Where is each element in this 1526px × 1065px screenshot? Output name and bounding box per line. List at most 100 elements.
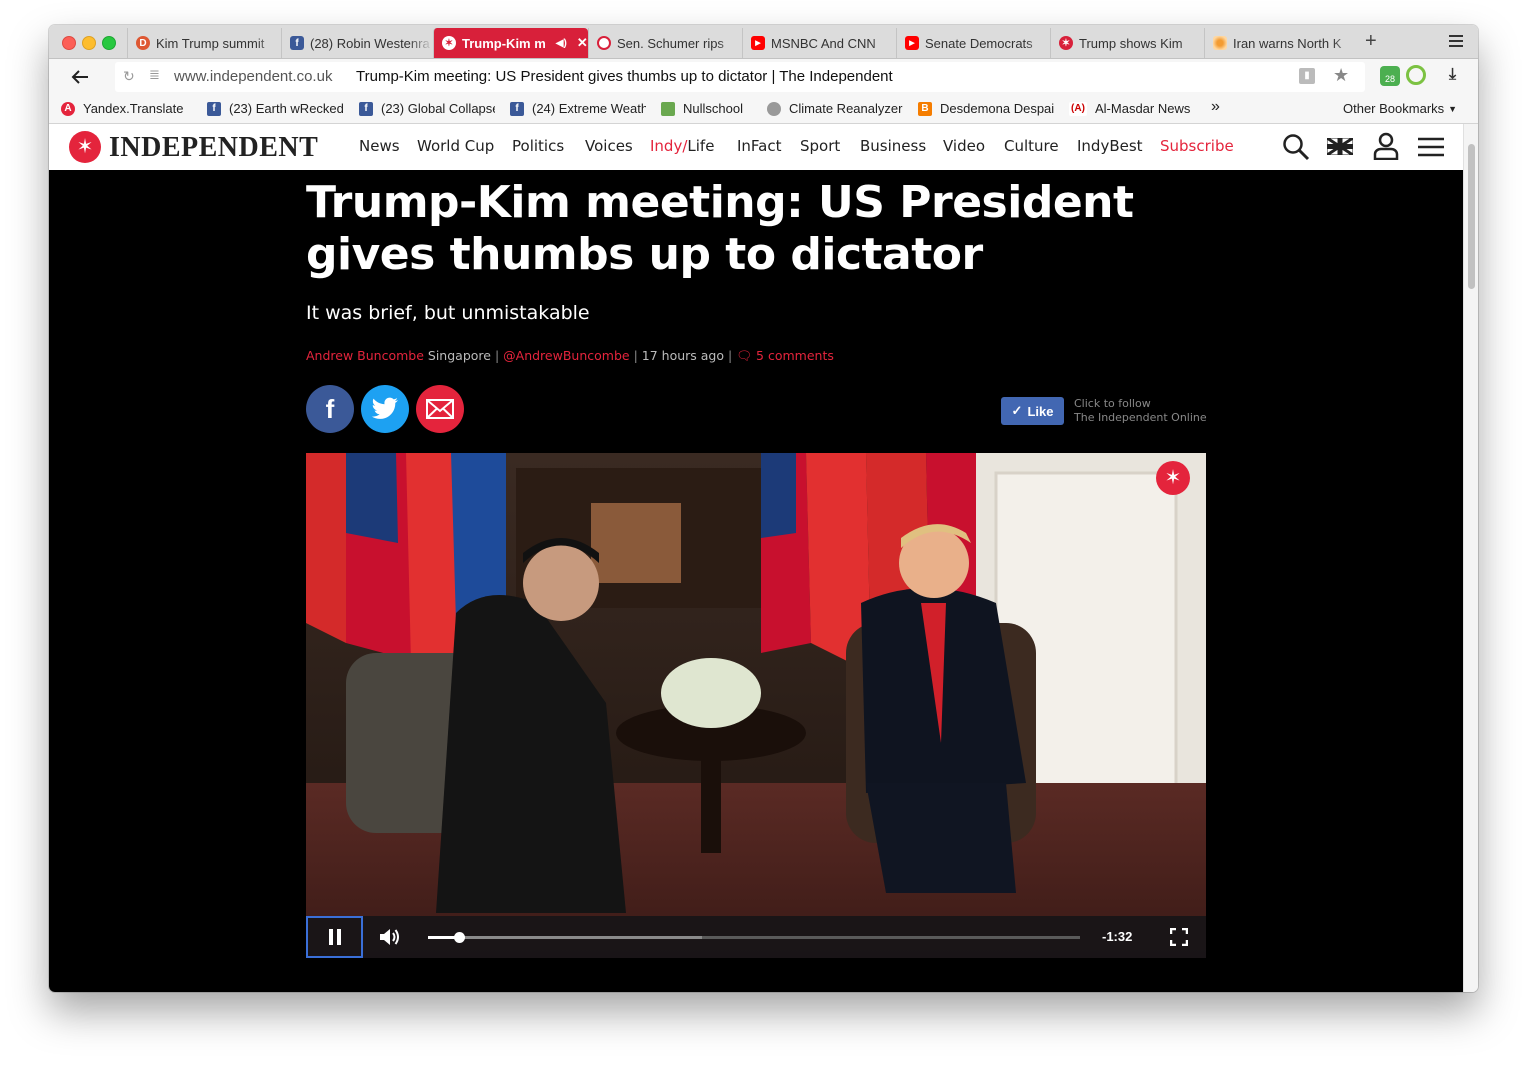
bookmark-yandex[interactable]: A Yandex.Translate	[61, 101, 196, 116]
search-icon[interactable]	[1282, 133, 1310, 161]
nav-infact[interactable]: InFact	[737, 137, 782, 155]
extension-icon[interactable]: 28	[1380, 66, 1400, 86]
tab-msnbc-cnn[interactable]: ▶ MSNBC And CNN	[742, 28, 896, 58]
user-account-icon[interactable]	[1373, 132, 1399, 160]
other-bookmarks[interactable]: Other Bookmarks ▼	[1343, 101, 1457, 116]
independent-watermark-icon: ✶	[1156, 461, 1190, 495]
tab-menu-icon[interactable]	[1449, 35, 1463, 50]
article-standfirst: It was brief, but unmistakable	[306, 302, 590, 324]
nav-indybest[interactable]: IndyBest	[1077, 137, 1143, 155]
bookmark-star-icon[interactable]: ★	[1333, 65, 1349, 86]
refresh-extension-icon[interactable]	[1406, 65, 1426, 85]
progress-track[interactable]	[428, 932, 1080, 943]
url-page-title[interactable]: Trump-Kim meeting: US President gives th…	[356, 68, 893, 85]
tab-iran-warns[interactable]: Iran warns North K	[1204, 28, 1357, 58]
tab-robin-westenra[interactable]: f (28) Robin Westenra	[281, 28, 433, 58]
independent-eagle-logo-icon[interactable]: ✶	[69, 131, 101, 163]
pause-button[interactable]	[306, 916, 363, 958]
nav-politics[interactable]: Politics	[512, 137, 564, 155]
yandex-icon: A	[61, 101, 75, 116]
nav-subscribe[interactable]: Subscribe	[1160, 137, 1234, 155]
bookmark-desdemona[interactable]: B Desdemona Despair	[918, 101, 1055, 116]
close-window-button[interactable]	[62, 36, 76, 50]
youtube-icon: ▶	[905, 36, 919, 50]
time-remaining: -1:32	[1102, 929, 1133, 944]
nav-life-label: Life	[687, 137, 715, 155]
uk-flag-icon[interactable]	[1327, 138, 1353, 155]
scrollbar-thumb[interactable]	[1468, 144, 1475, 289]
tab-label: (28) Robin Westenra	[310, 35, 430, 51]
independent-icon: ✶	[1059, 36, 1073, 50]
envelope-icon	[426, 399, 454, 419]
tab-kim-trump-summit[interactable]: D Kim Trump summit	[127, 28, 281, 58]
volume-icon[interactable]	[379, 927, 401, 947]
facebook-icon: f	[510, 101, 524, 116]
nav-indy-prefix: Indy/	[650, 137, 688, 155]
nav-news[interactable]: News	[359, 137, 400, 155]
video-player[interactable]: ✶ -1:32	[306, 453, 1206, 958]
minimize-window-button[interactable]	[82, 36, 96, 50]
fullscreen-icon[interactable]	[1170, 928, 1188, 946]
tab-senate-democrats[interactable]: ▶ Senate Democrats	[896, 28, 1050, 58]
lock-icon[interactable]: ▮	[1299, 68, 1315, 84]
comments-count: 5 comments	[756, 348, 834, 363]
nav-voices[interactable]: Voices	[585, 137, 633, 155]
nav-sport[interactable]: Sport	[800, 137, 840, 155]
close-tab-icon[interactable]: ✕	[577, 35, 588, 51]
tab-schumer[interactable]: Sen. Schumer rips	[588, 28, 742, 58]
email-share-button[interactable]	[416, 385, 464, 433]
nav-world-cup[interactable]: World Cup	[417, 137, 494, 155]
site-logo[interactable]: INDEPENDENT	[109, 132, 318, 164]
facebook-like-button[interactable]: ✓ Like	[1001, 397, 1064, 425]
new-tab-button[interactable]: +	[1365, 30, 1377, 53]
bookmark-almasdar[interactable]: (A) Al-Masdar News	[1069, 101, 1199, 116]
tab-strip: D Kim Trump summit f (28) Robin Westenra…	[49, 25, 1478, 59]
facebook-share-button[interactable]: f	[306, 385, 354, 433]
video-frame[interactable]	[306, 453, 1206, 958]
speaker-icon: ◀)	[555, 37, 567, 49]
tab-trump-shows-kim[interactable]: ✶ Trump shows Kim	[1050, 28, 1204, 58]
scrubber-handle[interactable]	[453, 932, 465, 943]
bookmark-label: Climate Reanalyzer	[789, 101, 903, 116]
tab-label: Senate Democrats	[925, 35, 1033, 51]
url-domain[interactable]: www.independent.co.uk	[174, 68, 332, 85]
follow-line-2: The Independent Online	[1074, 411, 1207, 424]
bookmark-global-collapse[interactable]: f (23) Global Collapse	[359, 101, 495, 116]
nav-indy-life[interactable]: Indy/Life	[650, 137, 714, 155]
bookmark-nullschool[interactable]: Nullschool	[661, 101, 757, 116]
twitter-handle-link[interactable]: @AndrewBuncombe	[503, 348, 629, 363]
tab-label: Trump-Kim m	[462, 35, 546, 51]
twitter-share-button[interactable]	[361, 385, 409, 433]
hamburger-menu-icon[interactable]	[1418, 137, 1444, 157]
back-arrow-icon[interactable]	[71, 70, 89, 84]
bookmark-climate-reanalyzer[interactable]: Climate Reanalyzer	[767, 101, 905, 116]
site-header: ✶ INDEPENDENT News World Cup Politics Vo…	[49, 124, 1463, 170]
nav-video[interactable]: Video	[943, 137, 985, 155]
duckduckgo-icon: D	[136, 36, 150, 50]
nav-business[interactable]: Business	[860, 137, 926, 155]
page-scrollbar[interactable]	[1463, 124, 1478, 992]
timestamp: 17 hours ago	[641, 348, 725, 363]
bookmark-label: (23) Earth wRecked	[229, 101, 344, 116]
facebook-icon: f	[359, 101, 373, 116]
article-headline: Trump-Kim meeting: US President gives th…	[306, 177, 1134, 280]
blogger-icon: B	[918, 101, 932, 116]
zoom-window-button[interactable]	[102, 36, 116, 50]
facebook-icon: f	[325, 393, 335, 424]
location: Singapore	[427, 348, 491, 363]
download-icon[interactable]: ⤓	[1449, 66, 1456, 84]
nav-culture[interactable]: Culture	[1004, 137, 1059, 155]
tab-trump-kim-active[interactable]: ✶ Trump-Kim m ◀) ✕	[433, 28, 588, 58]
like-label: Like	[1027, 403, 1054, 419]
reader-mode-icon[interactable]: ≣	[149, 67, 160, 83]
bookmarks-overflow-button[interactable]: »	[1211, 98, 1220, 116]
video-controls: -1:32	[306, 916, 1206, 958]
reload-icon[interactable]: ↻	[123, 68, 135, 85]
bookmark-earth-wrecked[interactable]: f (23) Earth wRecked	[207, 101, 344, 116]
buffered-bar	[428, 936, 702, 939]
comments-link[interactable]: 🗨 5 comments	[736, 348, 834, 363]
bookmark-extreme-weather[interactable]: f (24) Extreme Weather	[510, 101, 646, 116]
author-link[interactable]: Andrew Buncombe	[306, 348, 424, 363]
other-bookmarks-label: Other Bookmarks	[1343, 101, 1445, 116]
article: Trump-Kim meeting: US President gives th…	[49, 170, 1463, 992]
